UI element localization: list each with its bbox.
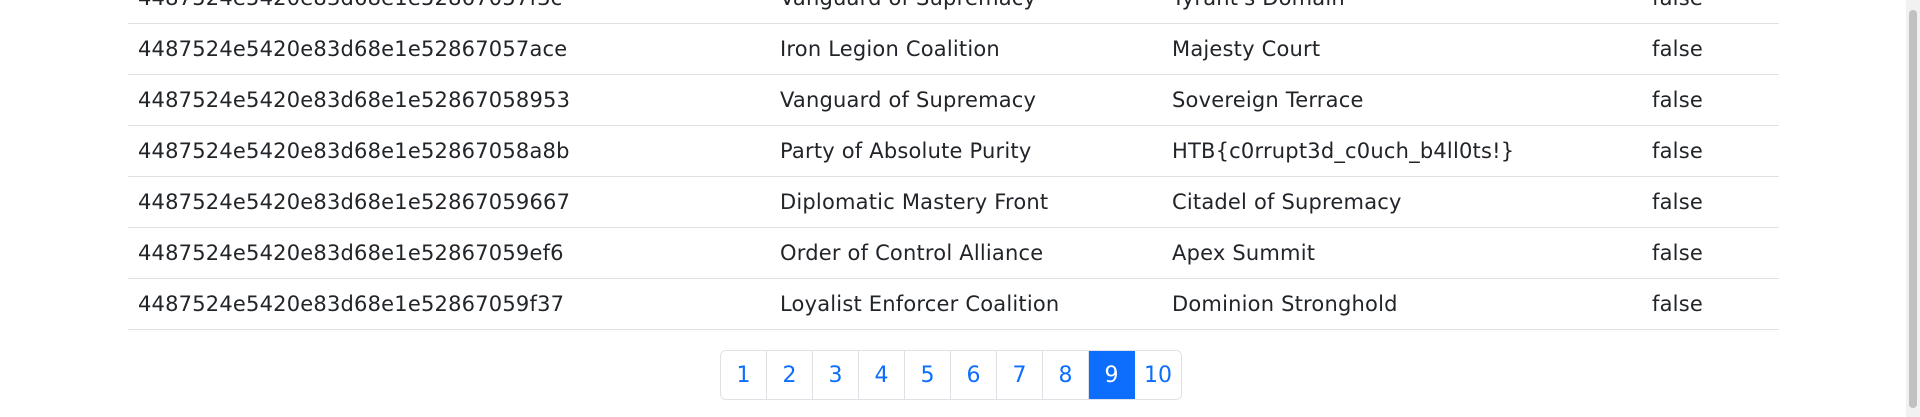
cell-party: Party of Absolute Purity bbox=[770, 125, 1162, 177]
votes-table-container: 4487524e5420e83d68e1e52867057f3c Vanguar… bbox=[128, 0, 1779, 330]
cell-flag: false bbox=[1642, 125, 1779, 177]
cell-flag: false bbox=[1642, 278, 1779, 330]
page-link-4[interactable]: 4 bbox=[859, 351, 905, 399]
page-link-2[interactable]: 2 bbox=[767, 351, 813, 399]
cell-flag: false bbox=[1642, 227, 1779, 279]
page-link-10[interactable]: 10 bbox=[1135, 351, 1181, 399]
cell-flag: false bbox=[1642, 23, 1779, 75]
cell-flag: false bbox=[1642, 176, 1779, 228]
table-row: 4487524e5420e83d68e1e52867058953 Vanguar… bbox=[128, 74, 1779, 126]
page-link-3[interactable]: 3 bbox=[813, 351, 859, 399]
scrollbar-thumb[interactable] bbox=[1909, 10, 1917, 408]
cell-id: 4487524e5420e83d68e1e52867059f37 bbox=[128, 278, 770, 330]
cell-party: Order of Control Alliance bbox=[770, 227, 1162, 279]
cell-location: Tyrant's Domain bbox=[1162, 0, 1642, 24]
votes-table: 4487524e5420e83d68e1e52867057f3c Vanguar… bbox=[128, 0, 1779, 330]
table-row: 4487524e5420e83d68e1e52867059f37 Loyalis… bbox=[128, 278, 1779, 330]
cell-flag: false bbox=[1642, 74, 1779, 126]
cell-party: Loyalist Enforcer Coalition bbox=[770, 278, 1162, 330]
cell-id: 4487524e5420e83d68e1e52867059ef6 bbox=[128, 227, 770, 279]
table-row: 4487524e5420e83d68e1e52867057ace Iron Le… bbox=[128, 23, 1779, 75]
cell-id: 4487524e5420e83d68e1e52867057ace bbox=[128, 23, 770, 75]
page-link-6[interactable]: 6 bbox=[951, 351, 997, 399]
pagination: 1 2 3 4 5 6 7 8 9 10 bbox=[720, 350, 1182, 400]
cell-id: 4487524e5420e83d68e1e52867058953 bbox=[128, 74, 770, 126]
cell-location: HTB{c0rrupt3d_c0uch_b4ll0ts!} bbox=[1162, 125, 1642, 177]
table-row: 4487524e5420e83d68e1e52867059ef6 Order o… bbox=[128, 227, 1779, 279]
cell-party: Vanguard of Supremacy bbox=[770, 0, 1162, 24]
table-row: 4487524e5420e83d68e1e52867058a8b Party o… bbox=[128, 125, 1779, 177]
cell-party: Vanguard of Supremacy bbox=[770, 74, 1162, 126]
cell-location: Sovereign Terrace bbox=[1162, 74, 1642, 126]
cell-location: Apex Summit bbox=[1162, 227, 1642, 279]
page-link-9[interactable]: 9 bbox=[1089, 351, 1135, 399]
cell-location: Dominion Stronghold bbox=[1162, 278, 1642, 330]
cell-location: Majesty Court bbox=[1162, 23, 1642, 75]
page-link-7[interactable]: 7 bbox=[997, 351, 1043, 399]
table-row: 4487524e5420e83d68e1e52867059667 Diploma… bbox=[128, 176, 1779, 228]
cell-party: Iron Legion Coalition bbox=[770, 23, 1162, 75]
table-row: 4487524e5420e83d68e1e52867057f3c Vanguar… bbox=[128, 0, 1779, 24]
cell-id: 4487524e5420e83d68e1e52867058a8b bbox=[128, 125, 770, 177]
vertical-scrollbar[interactable] bbox=[1906, 0, 1920, 417]
page-viewport: 4487524e5420e83d68e1e52867057f3c Vanguar… bbox=[0, 0, 1920, 417]
cell-flag: false bbox=[1642, 0, 1779, 24]
cell-id: 4487524e5420e83d68e1e52867057f3c bbox=[128, 0, 770, 24]
page-link-5[interactable]: 5 bbox=[905, 351, 951, 399]
cell-id: 4487524e5420e83d68e1e52867059667 bbox=[128, 176, 770, 228]
page-link-1[interactable]: 1 bbox=[721, 351, 767, 399]
page-link-8[interactable]: 8 bbox=[1043, 351, 1089, 399]
cell-location: Citadel of Supremacy bbox=[1162, 176, 1642, 228]
cell-party: Diplomatic Mastery Front bbox=[770, 176, 1162, 228]
